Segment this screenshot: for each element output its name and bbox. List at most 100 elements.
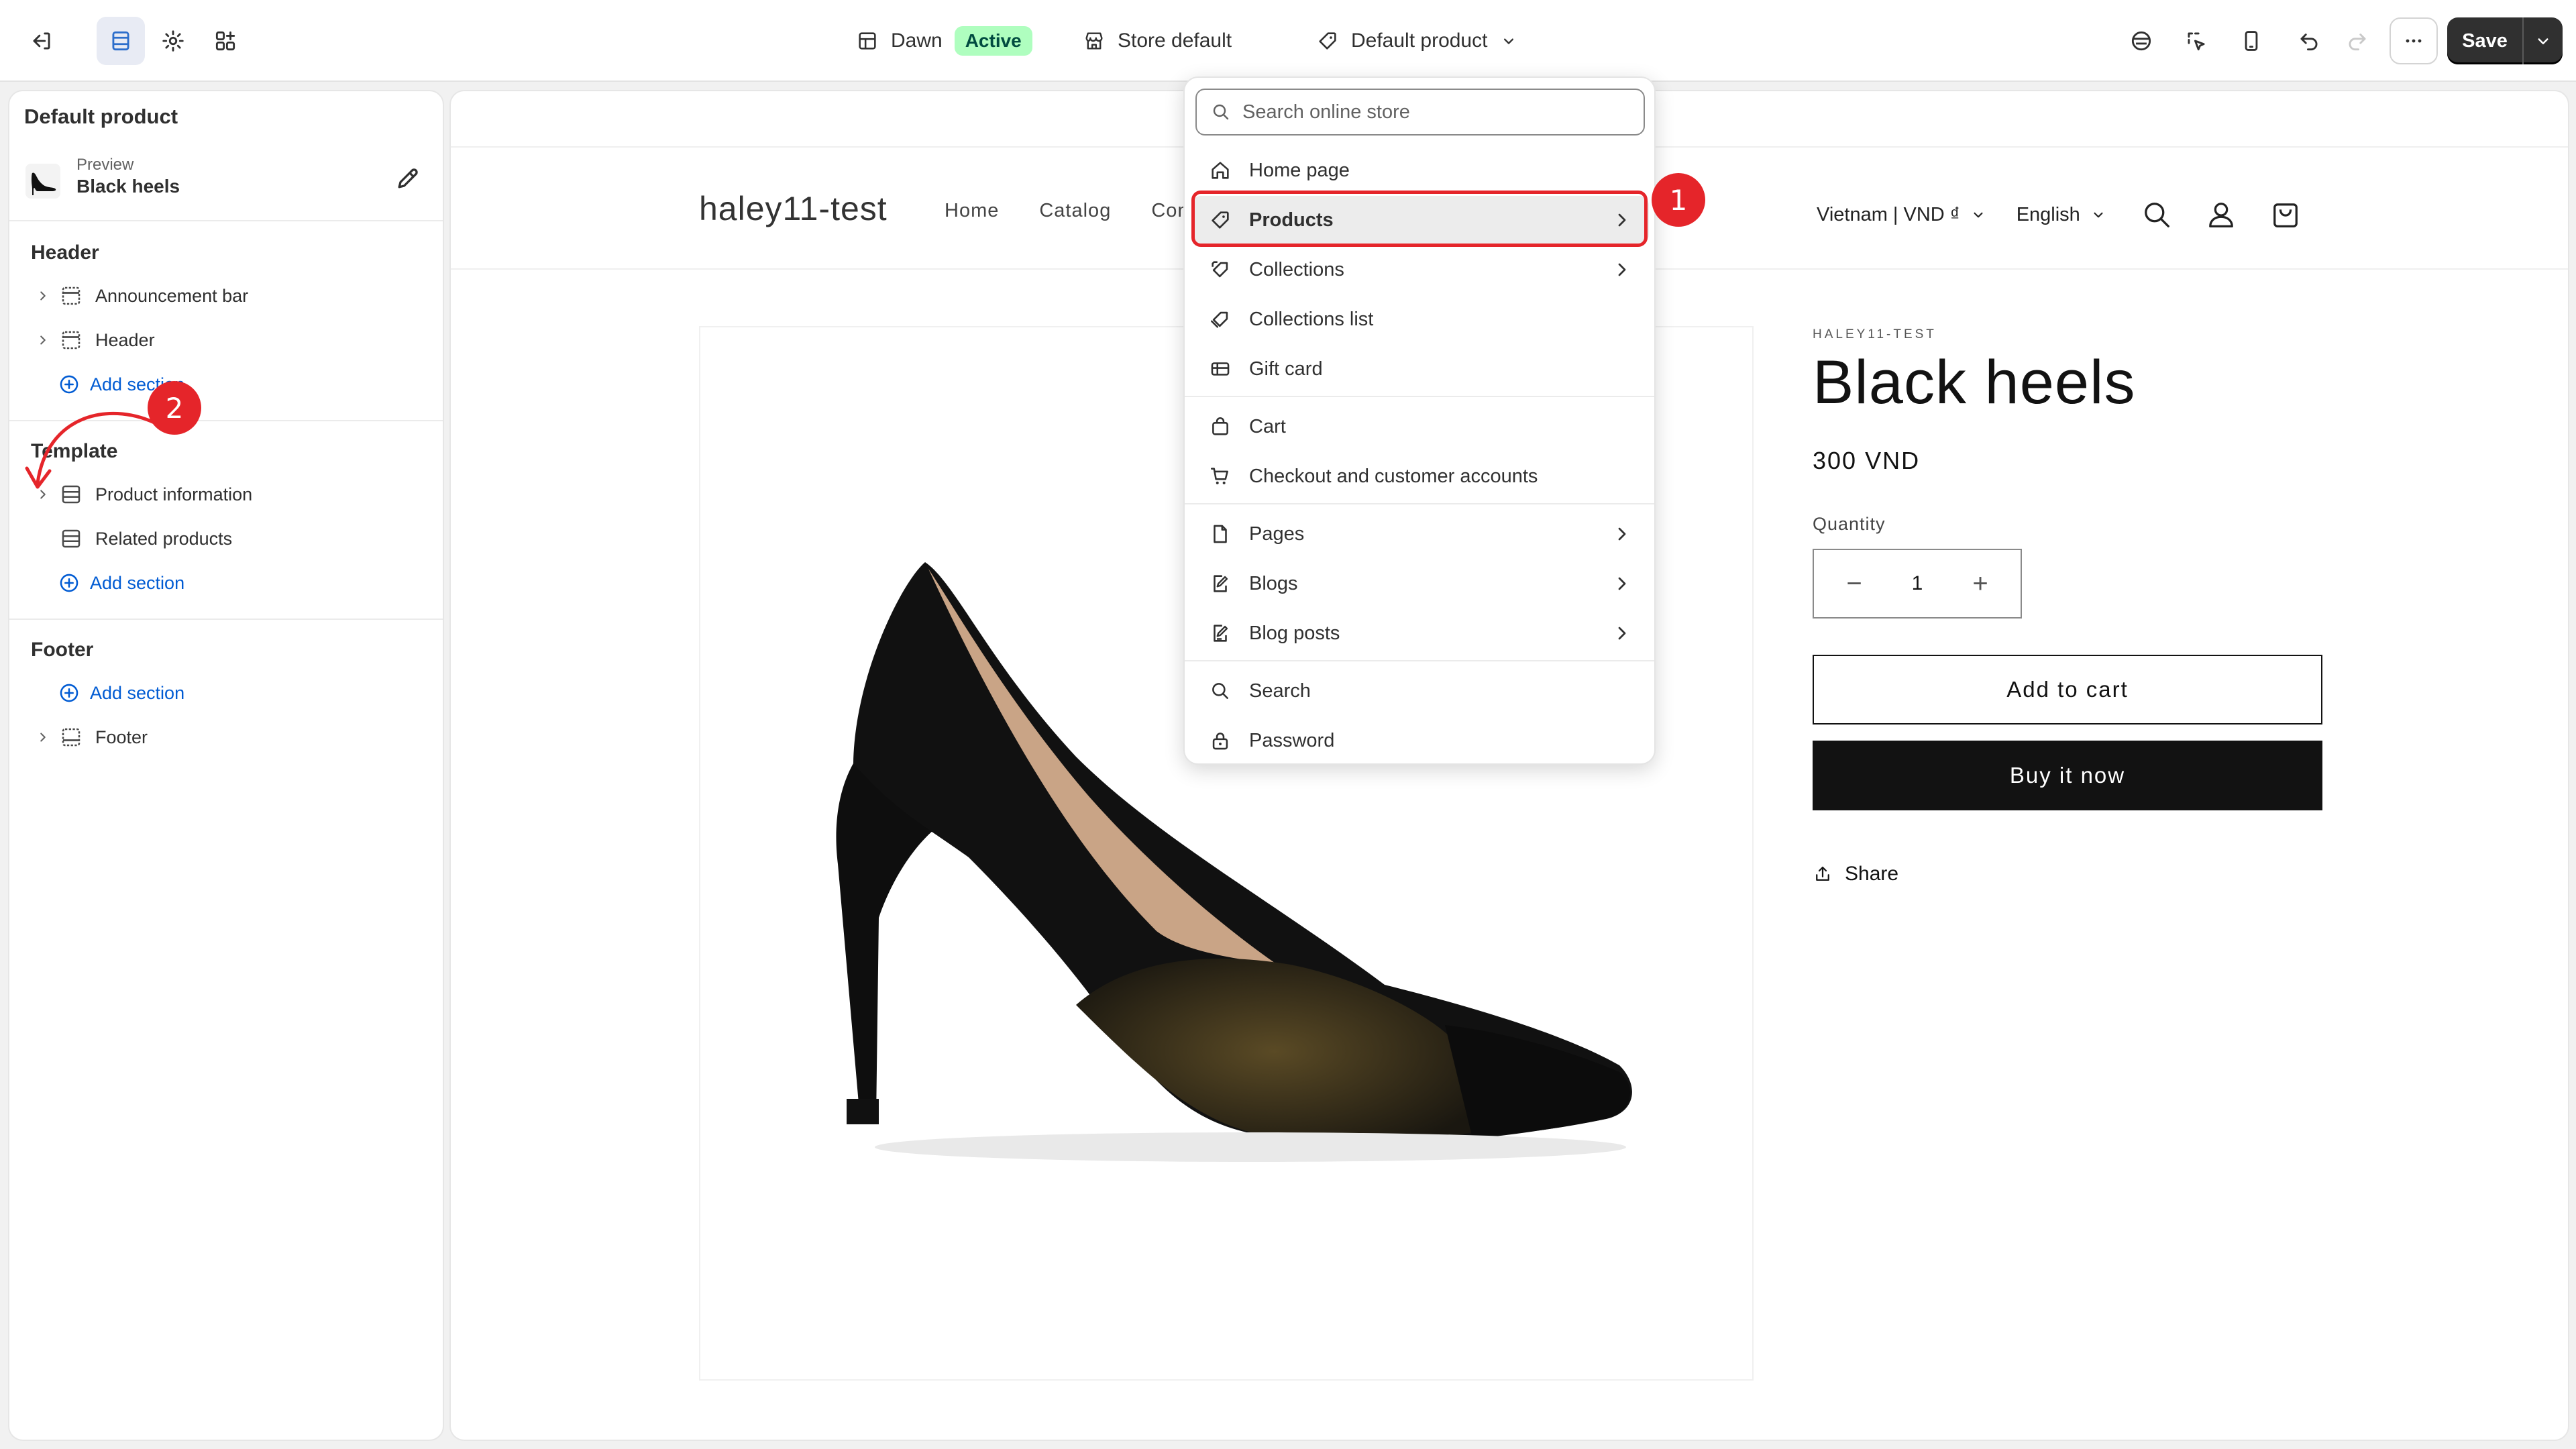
- menu-item-label: Cart: [1249, 415, 1286, 437]
- redo-button[interactable]: [2333, 17, 2381, 65]
- quantity-value[interactable]: 1: [1912, 572, 1923, 595]
- more-actions-button[interactable]: [2390, 17, 2438, 64]
- layout-icon: [859, 32, 876, 50]
- decrease-quantity-button[interactable]: −: [1841, 569, 1868, 599]
- menu-item-blogs[interactable]: Blogs: [1191, 559, 1649, 608]
- store-label: Store default: [1118, 30, 1232, 52]
- tag-icon: [1319, 32, 1336, 50]
- menu-item-home-page[interactable]: Home page: [1191, 146, 1649, 195]
- save-options-button[interactable]: [2524, 17, 2563, 64]
- menu-item-label: Blogs: [1249, 572, 1298, 594]
- search-icon[interactable]: [2139, 197, 2174, 232]
- lock-icon: [1212, 733, 1228, 750]
- share-button[interactable]: Share: [1813, 863, 1898, 885]
- apps-icon: [215, 31, 235, 51]
- section-footer[interactable]: Footer: [31, 720, 427, 754]
- sidebar-title: Default product: [24, 105, 178, 128]
- search-icon: [1213, 104, 1229, 120]
- add-section-footer-button[interactable]: Add section: [58, 676, 184, 710]
- add-section-template-button[interactable]: Add section: [58, 566, 184, 600]
- inspector-icon: [2131, 31, 2151, 51]
- section-announcement-bar[interactable]: Announcement bar: [31, 279, 427, 313]
- product-vendor: HALEY11-TEST: [1813, 327, 1937, 341]
- menu-item-password[interactable]: Password: [1191, 716, 1649, 763]
- dropdown-search-box: [1195, 89, 1645, 136]
- plus-circle-icon: [60, 574, 78, 592]
- editor-topbar: Dawn Active Store default Default produc…: [0, 0, 2576, 82]
- gift-card-icon: [1211, 362, 1230, 376]
- section-label: Related products: [95, 528, 233, 549]
- buy-now-button[interactable]: Buy it now: [1813, 741, 2322, 810]
- menu-divider: [1185, 396, 1654, 397]
- section-header[interactable]: Header: [31, 323, 427, 357]
- mobile-preview-button[interactable]: [2227, 17, 2275, 65]
- menu-item-label: Collections list: [1249, 308, 1374, 330]
- menu-item-pages[interactable]: Pages: [1191, 510, 1649, 558]
- store-header-actions: Vietnam | VND ₫ English: [1817, 188, 2303, 241]
- annotation-arrow-icon: [25, 411, 156, 489]
- mobile-icon: [2245, 31, 2258, 51]
- country-selector[interactable]: Vietnam | VND ₫: [1817, 204, 1987, 226]
- app-embeds-button[interactable]: [201, 17, 250, 65]
- search-input[interactable]: [1242, 101, 1618, 123]
- menu-item-label: Blog posts: [1249, 622, 1340, 644]
- store-selector[interactable]: Store default: [1083, 20, 1232, 62]
- cart-icon[interactable]: [2268, 197, 2303, 232]
- undo-button[interactable]: [2285, 17, 2333, 65]
- products-highlight-box: [1191, 191, 1648, 247]
- menu-item-cart[interactable]: Cart: [1191, 402, 1649, 451]
- header-group-title: Header: [31, 241, 99, 264]
- preview-product-selector[interactable]: Preview Black heels: [25, 156, 428, 207]
- menu-item-collections-list[interactable]: Collections list: [1191, 295, 1649, 343]
- expand-chevron[interactable]: [31, 328, 55, 352]
- section-header-icon: [62, 331, 80, 350]
- menu-item-gift-card[interactable]: Gift card: [1191, 345, 1649, 393]
- nav-link-home[interactable]: Home: [945, 200, 999, 222]
- section-footer-icon: [62, 728, 80, 747]
- page-icon: [1214, 525, 1227, 543]
- undo-icon: [2300, 34, 2318, 51]
- chevron-down-icon: [2094, 212, 2103, 218]
- menu-item-label: Home page: [1249, 159, 1350, 181]
- menu-item-search[interactable]: Search: [1191, 667, 1649, 715]
- inspector-toggle-button[interactable]: [2117, 17, 2165, 65]
- theme-selector[interactable]: Dawn Active: [856, 20, 1032, 62]
- expand-chevron[interactable]: [31, 725, 55, 749]
- store-logo[interactable]: haley11-test: [699, 189, 888, 228]
- menu-item-collections[interactable]: Collections: [1191, 246, 1649, 294]
- preview-label: Preview: [76, 156, 134, 174]
- language-selector[interactable]: English: [2017, 204, 2107, 226]
- pencil-icon: [398, 168, 418, 189]
- section-label: Announcement bar: [95, 285, 249, 306]
- menu-item-label: Collections: [1249, 258, 1344, 280]
- cursor-select-icon: [2188, 32, 2205, 51]
- add-section-label: Add section: [90, 572, 185, 593]
- divider: [9, 220, 443, 221]
- save-button[interactable]: Save: [2447, 17, 2524, 64]
- nav-link-catalog[interactable]: Catalog: [1039, 200, 1111, 222]
- section-related-products[interactable]: Related products: [31, 522, 427, 555]
- account-icon[interactable]: [2204, 197, 2239, 232]
- exit-icon: [33, 32, 50, 50]
- expand-chevron[interactable]: [31, 284, 55, 308]
- theme-settings-button[interactable]: [149, 17, 197, 65]
- quantity-stepper: − 1 +: [1813, 549, 2022, 619]
- select-element-button[interactable]: [2172, 17, 2220, 65]
- sections-tab-button[interactable]: [97, 17, 145, 65]
- footer-group-title: Footer: [31, 639, 94, 661]
- menu-item-blog-posts[interactable]: Blog posts: [1191, 609, 1649, 657]
- divider: [9, 619, 443, 620]
- menu-item-checkout[interactable]: Checkout and customer accounts: [1191, 452, 1649, 500]
- exit-button[interactable]: [17, 17, 66, 65]
- chevron-right-icon: [1618, 527, 1626, 541]
- template-label: Default product: [1351, 30, 1488, 52]
- template-selector[interactable]: Default product: [1316, 20, 1518, 62]
- chevron-right-icon: [1618, 627, 1626, 640]
- product-title: Black heels: [1813, 348, 2136, 417]
- share-icon: [1816, 866, 1829, 881]
- increase-quantity-button[interactable]: +: [1967, 569, 1994, 599]
- more-horizontal-icon: [2406, 39, 2422, 43]
- edit-preview-button[interactable]: [393, 164, 423, 193]
- chevron-right-icon: [1618, 263, 1626, 276]
- add-to-cart-button[interactable]: Add to cart: [1813, 655, 2322, 724]
